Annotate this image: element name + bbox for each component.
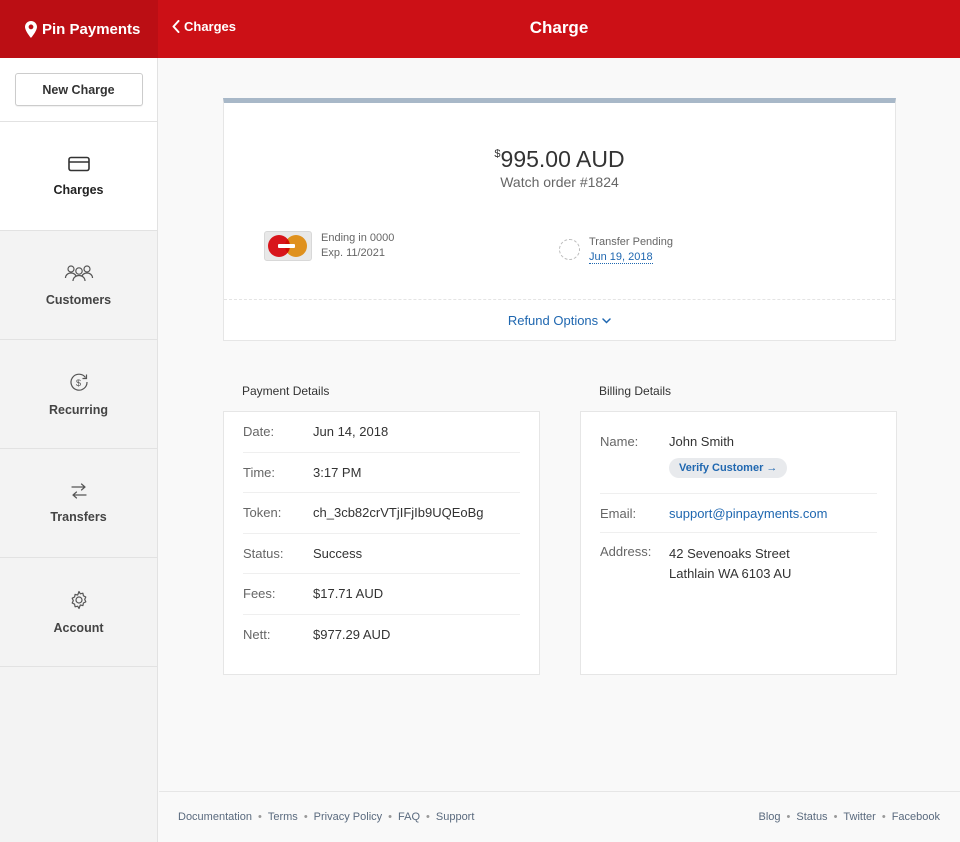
card-meta: Ending in 0000 Exp. 11/2021 bbox=[321, 231, 394, 261]
billing-details-panel: Name: John Smith Verify Customer → Email… bbox=[580, 411, 897, 675]
transfer-date-link[interactable]: Jun 19, 2018 bbox=[589, 251, 653, 264]
sidebar: New Charge Charges Customers $ Recurring bbox=[0, 58, 158, 842]
row-label: Email: bbox=[600, 506, 637, 521]
billing-row-email: Email: support@pinpayments.com bbox=[600, 494, 877, 533]
row-value: Success bbox=[313, 545, 363, 561]
detail-row-status: Status: Success bbox=[243, 534, 520, 574]
customer-name: John Smith bbox=[669, 434, 735, 449]
address-line-1: 42 Sevenoaks Street bbox=[669, 546, 790, 561]
refund-row: Refund Options bbox=[224, 299, 895, 341]
card-ending: Ending in 0000 bbox=[321, 232, 395, 244]
row-value: 3:17 PM bbox=[313, 464, 362, 480]
row-label: Fees: bbox=[243, 586, 276, 602]
brand-name: Pin Payments bbox=[42, 20, 141, 38]
footer-left-links: Documentation • Terms • Privacy Policy • FA… bbox=[178, 811, 475, 823]
transfer-info: Transfer Pending Jun 19, 2018 bbox=[559, 235, 673, 265]
sidebar-item-recurring[interactable]: $ Recurring bbox=[0, 340, 157, 449]
payment-details-title: Payment Details bbox=[242, 384, 330, 398]
sidebar-item-charges[interactable]: Charges bbox=[0, 122, 157, 231]
row-label: Time: bbox=[243, 464, 276, 480]
card-expiry: Exp. 11/2021 bbox=[321, 247, 386, 259]
currency-symbol: $ bbox=[494, 148, 501, 160]
sidebar-item-label: Charges bbox=[53, 182, 104, 197]
row-label: Status: bbox=[243, 545, 284, 561]
credit-card-icon bbox=[67, 156, 90, 171]
detail-row-date: Date: Jun 14, 2018 bbox=[243, 412, 520, 453]
footer-link-facebook[interactable]: Facebook bbox=[892, 811, 940, 823]
transfer-status: Transfer Pending bbox=[589, 236, 673, 248]
sidebar-item-label: Recurring bbox=[48, 402, 109, 417]
footer: Documentation • Terms • Privacy Policy • FA… bbox=[159, 791, 960, 842]
sidebar-item-label: Account bbox=[53, 620, 104, 635]
sidebar-item-customers[interactable]: Customers bbox=[0, 231, 157, 340]
billing-row-address: Address: 42 Sevenoaks Street Lathlain WA… bbox=[600, 533, 877, 596]
footer-link-terms[interactable]: Terms bbox=[268, 811, 298, 823]
transfer-meta: Transfer Pending Jun 19, 2018 bbox=[589, 235, 673, 265]
svg-text:$: $ bbox=[76, 378, 81, 388]
footer-link-support[interactable]: Support bbox=[436, 811, 475, 823]
map-pin-icon bbox=[25, 20, 37, 38]
sidebar-item-account[interactable]: Account bbox=[0, 558, 157, 667]
sidebar-item-label: Customers bbox=[45, 292, 112, 307]
row-value: ch_3cb82crVTjIFjIb9UQEoBg bbox=[313, 505, 484, 521]
recurring-dollar-icon: $ bbox=[69, 373, 88, 391]
detail-row-token: Token: ch_3cb82crVTjIFjIb9UQEoBg bbox=[243, 493, 520, 534]
charge-summary-card: $995.00 AUD Watch order #1824 Ending in … bbox=[223, 98, 896, 341]
payment-details-panel: Date: Jun 14, 2018 Time: 3:17 PM Token: … bbox=[223, 411, 540, 675]
row-value: $977.29 AUD bbox=[313, 627, 391, 643]
sidebar-item-transfers[interactable]: Transfers bbox=[0, 449, 157, 558]
page-title: Charge bbox=[529, 18, 589, 37]
top-header: Pin Payments Charges Charge bbox=[0, 0, 960, 58]
refund-options-label: Refund Options bbox=[507, 313, 599, 328]
footer-link-twitter[interactable]: Twitter bbox=[843, 811, 875, 823]
row-label: Token: bbox=[243, 505, 282, 521]
new-charge-button[interactable]: New Charge bbox=[14, 73, 143, 106]
row-value: $17.71 AUD bbox=[313, 586, 384, 602]
footer-right-links: Blog • Status • Twitter • Facebook bbox=[758, 811, 940, 823]
customer-email-link[interactable]: support@pinpayments.com bbox=[669, 506, 827, 521]
transfers-icon bbox=[70, 482, 87, 499]
customers-icon bbox=[64, 264, 93, 281]
footer-link-status[interactable]: Status bbox=[796, 811, 827, 823]
card-info: Ending in 0000 Exp. 11/2021 bbox=[264, 231, 394, 261]
detail-row-time: Time: 3:17 PM bbox=[243, 453, 520, 493]
billing-row-name: Name: John Smith Verify Customer → bbox=[600, 412, 877, 494]
verify-customer-button[interactable]: Verify Customer → bbox=[669, 458, 788, 478]
row-label: Nett: bbox=[243, 627, 271, 643]
footer-link-blog[interactable]: Blog bbox=[758, 811, 780, 823]
sidebar-item-label: Transfers bbox=[50, 509, 107, 524]
brand-logo[interactable]: Pin Payments bbox=[0, 0, 158, 58]
row-label: Address: bbox=[600, 544, 652, 559]
billing-details-title: Billing Details bbox=[599, 384, 672, 398]
refund-options-button[interactable]: Refund Options bbox=[508, 313, 611, 328]
row-value: Jun 14, 2018 bbox=[313, 424, 389, 440]
row-label: Name: bbox=[600, 434, 639, 449]
detail-row-fees: Fees: $17.71 AUD bbox=[243, 574, 520, 615]
charge-description: Watch order #1824 bbox=[500, 174, 619, 190]
charge-amount: $995.00 AUD bbox=[224, 146, 895, 173]
address-line-2: Lathlain WA 6103 AU bbox=[669, 566, 792, 581]
mastercard-icon bbox=[264, 231, 312, 261]
footer-link-faq[interactable]: FAQ bbox=[398, 811, 420, 823]
pending-status-icon bbox=[559, 239, 580, 260]
chevron-down-icon bbox=[602, 317, 611, 324]
detail-row-nett: Nett: $977.29 AUD bbox=[243, 615, 520, 656]
gear-icon bbox=[71, 590, 86, 609]
amount-value: 995.00 AUD bbox=[500, 146, 625, 172]
footer-link-documentation[interactable]: Documentation bbox=[178, 811, 252, 823]
row-label: Date: bbox=[243, 424, 275, 440]
footer-link-privacy[interactable]: Privacy Policy bbox=[314, 811, 382, 823]
new-charge-container: New Charge bbox=[0, 58, 157, 122]
